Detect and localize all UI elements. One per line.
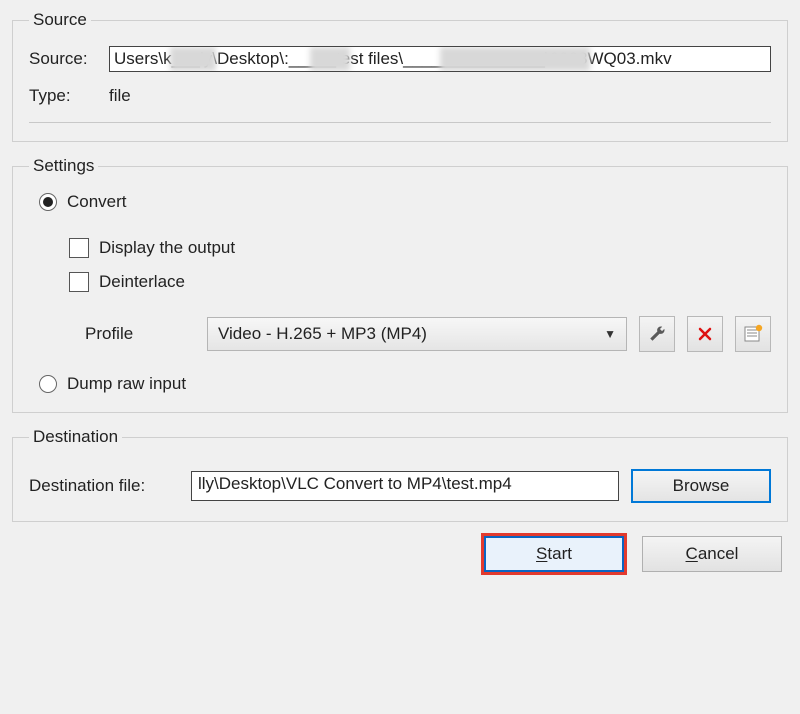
profile-label: Profile bbox=[85, 324, 195, 344]
dialog-actions: Start Cancel bbox=[12, 536, 788, 572]
destination-file-input[interactable]: lly\Desktop\VLC Convert to MP4\test.mp4 bbox=[191, 471, 619, 501]
browse-button-label: Browse bbox=[673, 476, 730, 496]
destination-legend: Destination bbox=[29, 427, 122, 447]
cancel-button-label: Cancel bbox=[686, 544, 739, 564]
start-button[interactable]: Start bbox=[484, 536, 624, 572]
destination-file-label: Destination file: bbox=[29, 476, 179, 496]
new-profile-icon bbox=[743, 324, 763, 344]
deinterlace-label: Deinterlace bbox=[99, 272, 185, 292]
delete-profile-button[interactable] bbox=[687, 316, 723, 352]
start-button-label: Start bbox=[536, 544, 572, 564]
convert-radio-label: Convert bbox=[67, 192, 127, 212]
wrench-icon bbox=[648, 325, 666, 343]
dump-raw-label: Dump raw input bbox=[67, 374, 186, 394]
new-profile-button[interactable] bbox=[735, 316, 771, 352]
profile-value: Video - H.265 + MP3 (MP4) bbox=[218, 324, 427, 344]
dump-raw-radio[interactable]: Dump raw input bbox=[39, 374, 771, 394]
deinterlace-checkbox[interactable]: Deinterlace bbox=[69, 272, 771, 292]
radio-icon bbox=[39, 375, 57, 393]
source-group: Source Source: Users\k___ly\Desktop\:___… bbox=[12, 10, 788, 142]
checkbox-icon bbox=[69, 272, 89, 292]
settings-legend: Settings bbox=[29, 156, 98, 176]
destination-file-value: lly\Desktop\VLC Convert to MP4\test.mp4 bbox=[198, 474, 512, 493]
source-path-field[interactable]: Users\k___ly\Desktop\:_____test files\__… bbox=[109, 46, 771, 72]
chevron-down-icon: ▼ bbox=[604, 327, 616, 341]
divider bbox=[29, 122, 771, 123]
x-icon bbox=[697, 326, 713, 342]
cancel-button[interactable]: Cancel bbox=[642, 536, 782, 572]
checkbox-icon bbox=[69, 238, 89, 258]
edit-profile-button[interactable] bbox=[639, 316, 675, 352]
destination-group: Destination Destination file: lly\Deskto… bbox=[12, 427, 788, 522]
source-legend: Source bbox=[29, 10, 91, 30]
display-output-label: Display the output bbox=[99, 238, 235, 258]
radio-icon bbox=[39, 193, 57, 211]
type-label: Type: bbox=[29, 86, 109, 106]
settings-group: Settings Convert Display the output Dein… bbox=[12, 156, 788, 413]
convert-dialog: Source Source: Users\k___ly\Desktop\:___… bbox=[0, 0, 800, 584]
source-label: Source: bbox=[29, 49, 109, 69]
display-output-checkbox[interactable]: Display the output bbox=[69, 238, 771, 258]
browse-button[interactable]: Browse bbox=[631, 469, 771, 503]
profile-combobox[interactable]: Video - H.265 + MP3 (MP4) ▼ bbox=[207, 317, 627, 351]
convert-radio[interactable]: Convert bbox=[39, 192, 771, 212]
type-value: file bbox=[109, 86, 131, 106]
